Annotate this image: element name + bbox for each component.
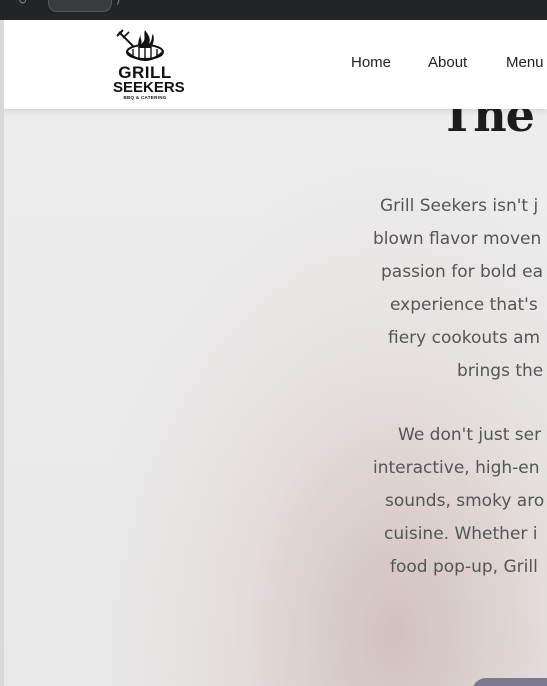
paragraph-line: Grill Seekers isn't j — [380, 196, 539, 216]
paragraph-line: food pop-up, Grill — [390, 557, 538, 577]
browser-toolbar: ↻ / — [0, 0, 547, 20]
site-header: GRILL SEEKERS BBQ & CATERING Home About … — [4, 20, 547, 109]
paragraph-line: blown flavor moven — [373, 229, 542, 249]
reload-icon[interactable]: ↻ — [18, 0, 27, 7]
logo-line-tagline: BBQ & CATERING — [123, 95, 167, 100]
address-slash: / — [117, 0, 121, 7]
page-content: GRILL SEEKERS BBQ & CATERING Home About … — [4, 20, 547, 686]
paragraph-line: brings the — [457, 361, 544, 381]
nav-home[interactable]: Home — [351, 54, 391, 71]
grill-seekers-logo[interactable]: GRILL SEEKERS BBQ & CATERING — [113, 28, 185, 104]
logo-line-seekers: SEEKERS — [113, 79, 185, 96]
paragraph-line: cuisine. Whether i — [384, 524, 538, 544]
paragraph-line: sounds, smoky aro — [385, 491, 545, 511]
grill-flame-icon — [116, 29, 164, 61]
paragraph-line: experience that's — [390, 295, 538, 315]
paragraph-line: interactive, high-en — [373, 458, 540, 478]
paragraph-line: fiery cookouts am — [388, 328, 541, 348]
paragraph-line: We don't just ser — [398, 425, 542, 445]
paragraph-line: passion for bold ea — [381, 262, 543, 282]
nav-about[interactable]: About — [428, 54, 467, 71]
nav-menu[interactable]: Menu — [506, 54, 544, 71]
bottom-button[interactable] — [472, 678, 547, 686]
address-bar[interactable] — [48, 0, 112, 12]
